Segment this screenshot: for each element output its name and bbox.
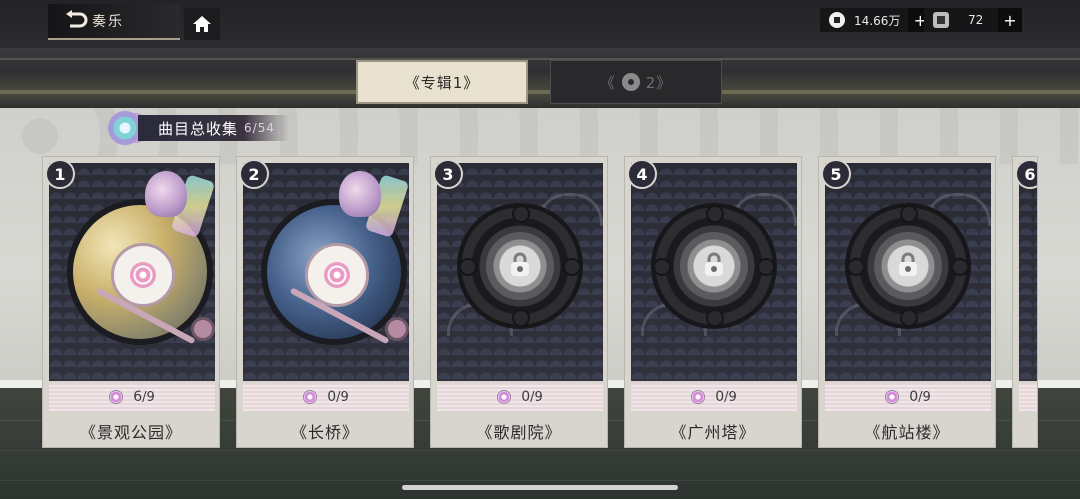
home-icon	[193, 16, 211, 32]
home-button[interactable]	[184, 8, 220, 40]
locked-record-icon	[457, 203, 583, 329]
flower-emblem-icon	[324, 262, 350, 288]
gem-icon	[885, 390, 900, 404]
card-number: 1	[45, 159, 75, 189]
progress-got: 6	[133, 389, 143, 405]
tab-album-2-label-right: 2》	[645, 73, 673, 92]
record-disc-icon	[108, 111, 142, 145]
card-progress: 0 /9	[631, 383, 797, 411]
collection-count: 6/54	[244, 121, 275, 135]
progress-got: 0	[521, 389, 531, 405]
mascot-icon	[339, 171, 381, 217]
locked-record-icon	[651, 203, 777, 329]
tab-album-2-label-left: 《	[599, 73, 616, 92]
album-card-2[interactable]: 2 0 /9 《长桥》	[236, 156, 414, 448]
card-number: 6	[1015, 159, 1037, 189]
card-number: 3	[433, 159, 463, 189]
decorative-band	[0, 48, 1080, 108]
lock-icon	[621, 73, 640, 91]
mascot-icon	[145, 171, 187, 217]
tab-album-2[interactable]: 《 2》	[550, 60, 722, 104]
flower-emblem-icon	[130, 262, 156, 288]
progress-total: /9	[918, 389, 931, 405]
tab-album-1-label: 《专辑1》	[404, 73, 480, 92]
collection-summary: 曲目总收集 6/54	[108, 110, 289, 146]
gem-icon	[303, 390, 318, 404]
lock-icon	[705, 252, 723, 276]
back-button[interactable]: 奏乐	[48, 4, 180, 40]
card-title: 《歌剧院》	[476, 423, 562, 442]
progress-total: /9	[530, 389, 543, 405]
card-artwork	[49, 163, 215, 381]
ticket-currency: 72 +	[924, 8, 1022, 32]
card-number: 4	[627, 159, 657, 189]
card-number: 2	[239, 159, 269, 189]
ticket-amount: 72	[968, 13, 984, 27]
coin-amount: 14.66万	[854, 13, 901, 28]
card-title: 《长桥》	[290, 423, 359, 442]
album-card-4[interactable]: 4 0 /9 《广州塔》	[624, 156, 802, 448]
card-progress: 0 /9	[825, 383, 991, 411]
album-card-1[interactable]: 1 6 /9 《景观公园》	[42, 156, 220, 448]
tab-album-1[interactable]: 《专辑1》	[356, 60, 528, 104]
progress-total: /9	[336, 389, 349, 405]
coin-currency: 14.66万 +	[820, 8, 933, 32]
album-card-5[interactable]: 5 0 /9 《航站楼》	[818, 156, 996, 448]
card-number: 5	[821, 159, 851, 189]
card-artwork	[243, 163, 409, 381]
locked-record-icon	[845, 203, 971, 329]
progress-total: /9	[724, 389, 737, 405]
lock-icon	[511, 252, 529, 276]
card-artwork	[1019, 163, 1037, 381]
progress-total: /9	[142, 389, 155, 405]
card-progress: 0 /9	[243, 383, 409, 411]
card-artwork	[825, 163, 991, 381]
card-artwork	[437, 163, 603, 381]
home-indicator[interactable]	[402, 485, 678, 490]
card-title: 《景观公园》	[79, 423, 182, 442]
card-progress: 6 /9	[49, 383, 215, 411]
card-artwork	[631, 163, 797, 381]
progress-got: 0	[327, 389, 337, 405]
progress-got: 0	[909, 389, 919, 405]
back-label: 奏乐	[92, 14, 124, 30]
card-title: 《航站楼》	[864, 423, 950, 442]
add-ticket-button[interactable]: +	[998, 8, 1022, 32]
album-card-3[interactable]: 3 0 /9 《歌剧院》	[430, 156, 608, 448]
back-arrow-icon	[66, 10, 88, 28]
gem-icon	[691, 390, 706, 404]
lock-icon	[899, 252, 917, 276]
collection-label: 曲目总收集	[158, 119, 239, 138]
card-progress	[1019, 383, 1037, 411]
ticket-icon	[933, 12, 949, 28]
card-title: 《广州塔》	[670, 423, 756, 442]
coin-icon	[829, 12, 845, 28]
album-card-6[interactable]: 6	[1012, 156, 1038, 448]
card-progress: 0 /9	[437, 383, 603, 411]
gem-icon	[497, 390, 512, 404]
progress-got: 0	[715, 389, 725, 405]
gem-icon	[109, 390, 124, 404]
